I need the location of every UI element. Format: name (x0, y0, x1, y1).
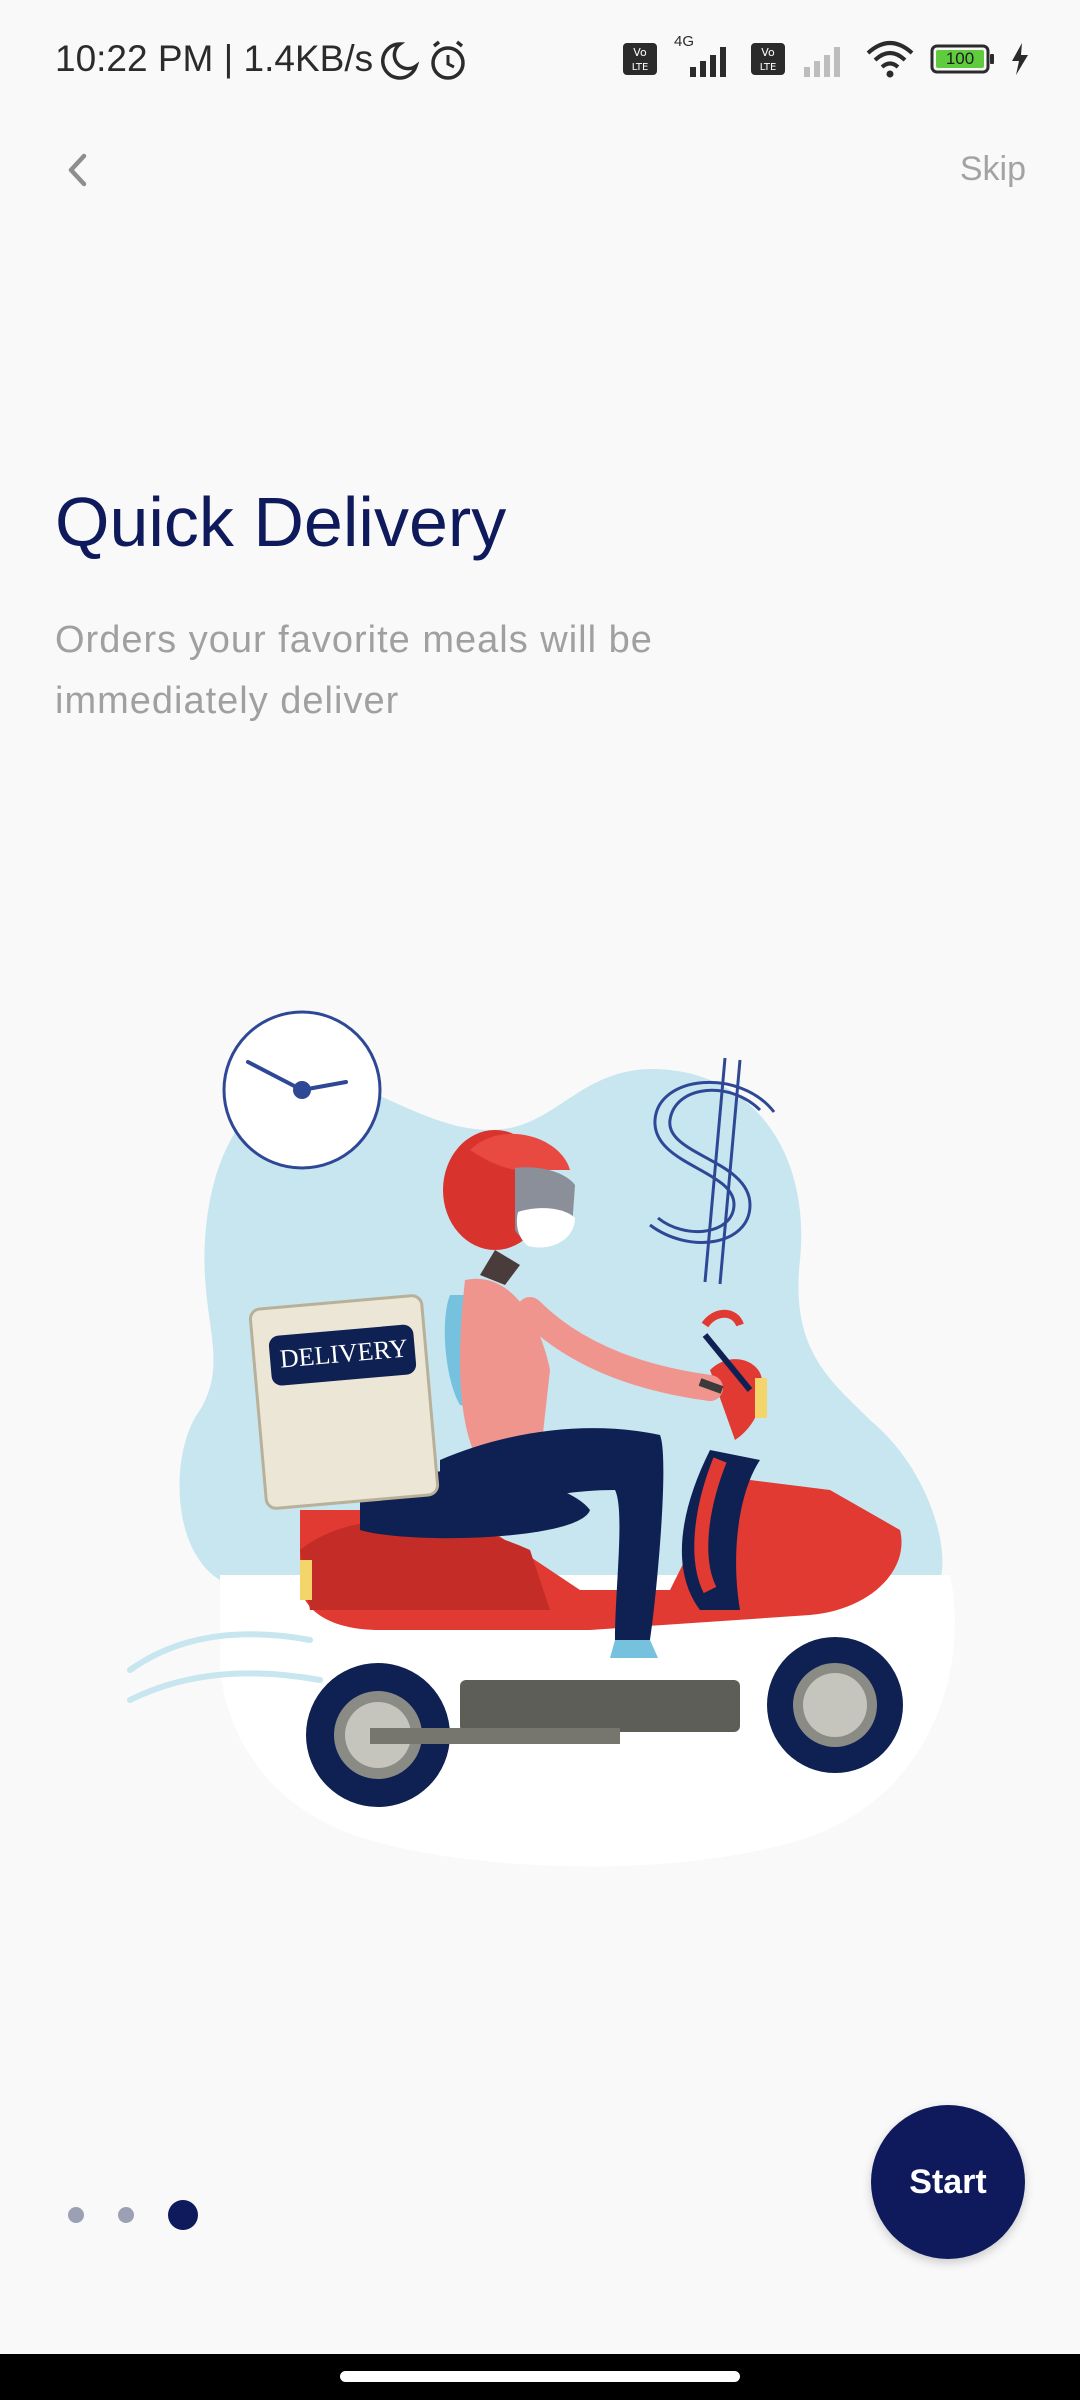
back-button[interactable] (52, 140, 102, 200)
page-subtitle: Orders your favorite meals will be immed… (55, 619, 653, 722)
clock-icon (222, 1010, 382, 1170)
charging-icon (1012, 43, 1028, 75)
delivery-illustration: DELIVERY (127, 1010, 955, 1867)
status-time: 10:22 PM | 1.4KB/s (55, 38, 374, 79)
page-title: Quick Delivery (55, 483, 507, 561)
delivery-box: DELIVERY (248, 1294, 440, 1510)
volte-icon: Vo LTE (623, 43, 657, 75)
volte-icon: Vo LTE (751, 43, 785, 75)
battery-icon: 100 (930, 44, 996, 74)
moon-alarm-icons (381, 40, 465, 80)
page-dot-1[interactable] (68, 2207, 84, 2223)
home-indicator[interactable] (340, 2371, 740, 2382)
status-bar: 10:22 PM | 1.4KB/s Vo LTE 4G Vo LTE 100 (0, 0, 1080, 120)
start-button-label: Start (909, 2162, 987, 2201)
svg-text:LTE: LTE (632, 62, 649, 73)
signal-4g: 4G (672, 33, 736, 81)
pagination-dots (68, 2200, 198, 2230)
start-button[interactable]: Start (871, 2105, 1025, 2259)
page-dot-3[interactable] (168, 2200, 198, 2230)
battery-level: 100 (945, 49, 975, 68)
skip-button[interactable]: Skip (960, 150, 1026, 189)
svg-text:LTE: LTE (760, 62, 777, 73)
chevron-left-icon (68, 153, 87, 187)
wifi-icon (866, 41, 914, 78)
svg-text:Vo: Vo (633, 46, 647, 59)
status-icons: Vo LTE 4G Vo LTE 100 (622, 33, 1030, 84)
signal-icon (804, 47, 840, 77)
signal-icon (690, 47, 726, 77)
svg-text:Vo: Vo (761, 46, 775, 59)
page-dot-2[interactable] (118, 2207, 134, 2223)
